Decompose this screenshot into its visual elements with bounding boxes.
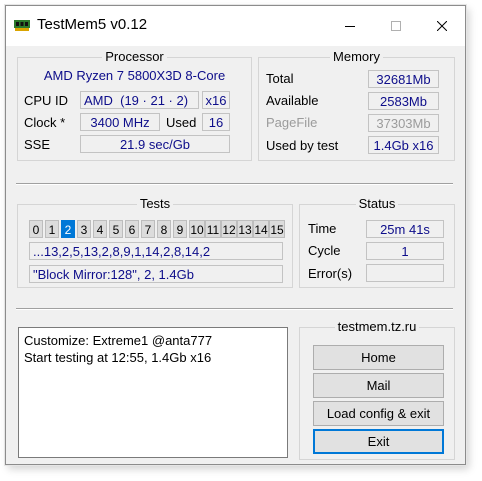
test-number-box: 14 [253, 220, 269, 238]
total-label: Total [266, 71, 294, 86]
total-field: 32681Mb [368, 70, 439, 88]
website-title: testmem.tz.ru [334, 319, 420, 334]
errors-label: Error(s) [308, 266, 353, 281]
minimize-icon [345, 26, 355, 27]
log-line: Customize: Extreme1 @anta777 [24, 333, 213, 348]
processor-group: Processor AMD Ryzen 7 5800X3D 8-Core CPU… [17, 49, 252, 161]
used-threads-field: 16 [202, 113, 230, 131]
cpu-threads-field: x16 [202, 91, 230, 109]
main-pane: Processor AMD Ryzen 7 5800X3D 8-Core CPU… [6, 46, 465, 464]
time-field: 25m 41s [366, 220, 444, 238]
test-number-box: 8 [157, 220, 171, 238]
log-textbox[interactable]: Customize: Extreme1 @anta777 Start testi… [18, 327, 288, 458]
exit-button[interactable]: Exit [313, 429, 444, 454]
log-line: Start testing at 12:55, 1.4Gb x16 [24, 350, 212, 365]
cpu-id-label: CPU ID [24, 93, 69, 108]
load-config-exit-button[interactable]: Load config & exit [313, 401, 444, 426]
separator [16, 183, 453, 185]
cycle-field: 1 [366, 242, 444, 260]
processor-name: AMD Ryzen 7 5800X3D 8-Core [43, 68, 226, 83]
status-group: Status Time 25m 41s Cycle 1 Error(s) [299, 196, 455, 288]
cpu-id-field: AMD (19 · 21 · 2) [80, 91, 199, 109]
current-test-field: "Block Mirror:128", 2, 1.4Gb [29, 265, 283, 283]
maximize-button[interactable] [373, 6, 419, 46]
test-number-box: 9 [173, 220, 187, 238]
close-button[interactable] [419, 6, 465, 46]
pagefile-field: 37303Mb [368, 114, 439, 132]
status-group-title: Status [355, 196, 399, 211]
used-by-test-label: Used by test [266, 138, 339, 153]
test-number-box: 6 [125, 220, 139, 238]
tests-group: Tests 0 1 2 3 4 5 6 7 8 9 10 11 12 13 14 15 ...13,2,5,1… [17, 196, 293, 288]
clock-field: 3400 MHz [80, 113, 160, 131]
test-number-box: 10 [189, 220, 205, 238]
test-number-box: 5 [109, 220, 123, 238]
test-number-box: 3 [77, 220, 91, 238]
tests-group-title: Tests [136, 196, 174, 211]
errors-field [366, 264, 444, 282]
title-bar[interactable]: TestMem5 v0.12 [6, 6, 465, 46]
memory-chip-icon [14, 20, 30, 31]
mail-button[interactable]: Mail [313, 373, 444, 398]
sse-field: 21.9 sec/Gb [80, 135, 230, 153]
test-number-row: 0 1 2 3 4 5 6 7 8 9 10 11 12 13 14 15 [29, 220, 285, 238]
used-by-test-field: 1.4Gb x16 [368, 136, 439, 154]
test-number-box: 11 [205, 220, 221, 238]
test-number-box: 2 [61, 220, 75, 238]
test-number-box: 0 [29, 220, 43, 238]
time-label: Time [308, 221, 337, 236]
test-sequence-field: ...13,2,5,13,2,8,9,1,14,2,8,14,2 [29, 242, 283, 260]
window-title: TestMem5 v0.12 [37, 16, 148, 33]
close-icon [437, 21, 447, 31]
used-label: Used [166, 115, 197, 130]
maximize-icon [391, 21, 401, 31]
minimize-button[interactable] [327, 6, 373, 46]
pagefile-label: PageFile [266, 115, 318, 130]
test-number-box: 1 [45, 220, 59, 238]
memory-group: Memory Total 32681Mb Available 2583Mb Pa… [258, 49, 455, 161]
cpu-vendor: AMD [84, 93, 113, 108]
available-field: 2583Mb [368, 92, 439, 110]
clock-label: Clock * [24, 115, 66, 130]
cycle-label: Cycle [308, 243, 341, 258]
separator [16, 308, 453, 310]
memory-group-title: Memory [330, 49, 383, 64]
test-number-box: 4 [93, 220, 107, 238]
test-number-box: 12 [221, 220, 237, 238]
cpu-id-value: (19 · 21 · 2) [120, 93, 189, 108]
testmem5-window: TestMem5 v0.12 Processor AMD Ryzen 7 580… [5, 5, 466, 465]
home-button[interactable]: Home [313, 345, 444, 370]
sse-label: SSE [24, 137, 51, 152]
test-number-box: 7 [141, 220, 155, 238]
test-number-box: 15 [269, 220, 285, 238]
processor-group-title: Processor [102, 49, 167, 64]
available-label: Available [266, 93, 319, 108]
test-number-box: 13 [237, 220, 253, 238]
